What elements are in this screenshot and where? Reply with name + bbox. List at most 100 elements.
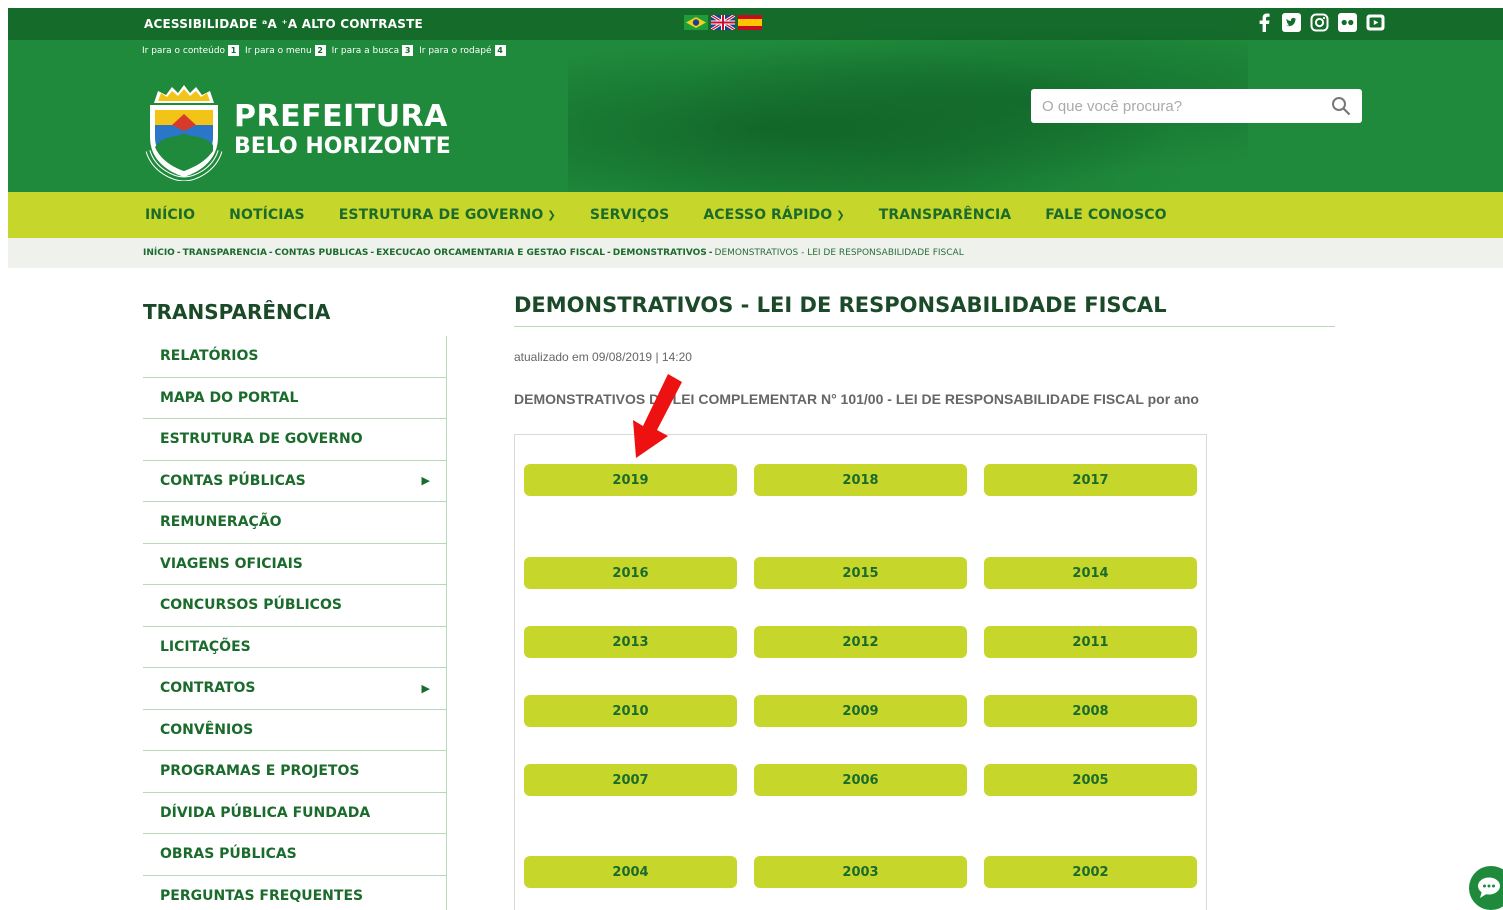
- skip-link-search[interactable]: Ir para a busca 3: [332, 45, 414, 56]
- skip-link-key: 4: [494, 45, 506, 56]
- nav-item-transparencia[interactable]: TRANSPARÊNCIA: [879, 207, 1011, 223]
- year-button-2013[interactable]: 2013: [524, 626, 737, 658]
- breadcrumb-link-execucao-orcamentaria[interactable]: EXECUCAO ORCAMENTARIA E GESTAO FISCAL: [376, 248, 605, 258]
- nav-item-acesso-rapido[interactable]: ACESSO RÁPIDO ❯: [703, 207, 844, 223]
- sidebar-item-remuneracao[interactable]: REMUNERAÇÃO: [143, 502, 446, 544]
- brand-city: BELO HORIZONTE: [234, 134, 451, 159]
- skip-link-content[interactable]: Ir para o conteúdo 1: [142, 45, 240, 56]
- nav-item-label: ESTRUTURA DE GOVERNO: [338, 207, 544, 223]
- search-box: [1031, 89, 1362, 123]
- sidebar-item-label: OBRAS PÚBLICAS: [160, 846, 297, 863]
- chat-bubble-icon: [1478, 877, 1500, 898]
- nav-item-label: NOTÍCIAS: [229, 207, 305, 223]
- sidebar-item-perguntas-frequentes[interactable]: PERGUNTAS FREQUENTES: [143, 876, 446, 910]
- skip-link-footer[interactable]: Ir para o rodapé 4: [419, 45, 506, 56]
- social-links: [1254, 13, 1385, 32]
- sidebar-item-estrutura-de-governo[interactable]: ESTRUTURA DE GOVERNO: [143, 419, 446, 461]
- year-button-2012[interactable]: 2012: [754, 626, 967, 658]
- year-button-2004[interactable]: 2004: [524, 856, 737, 888]
- year-button-2008[interactable]: 2008: [984, 695, 1197, 727]
- sidebar-item-label: DÍVIDA PÚBLICA FUNDADA: [160, 804, 371, 821]
- nav-item-fale-conosco[interactable]: FALE CONOSCO: [1045, 207, 1166, 223]
- caret-right-icon: ▶: [421, 681, 430, 695]
- nav-item-label: INÍCIO: [145, 207, 196, 223]
- year-button-2003[interactable]: 2003: [754, 856, 967, 888]
- sidebar-item-label: ESTRUTURA DE GOVERNO: [160, 431, 363, 448]
- sidebar-item-label: PERGUNTAS FREQUENTES: [160, 887, 364, 904]
- year-button-2002[interactable]: 2002: [984, 856, 1197, 888]
- breadcrumb-link-inicio[interactable]: INÍCIO: [143, 248, 175, 258]
- breadcrumb-link-demonstrativos[interactable]: DEMONSTRATIVOS: [613, 248, 707, 258]
- sidebar-item-concursos-publicos[interactable]: CONCURSOS PÚBLICOS: [143, 585, 446, 627]
- brand-name: PREFEITURA: [234, 99, 448, 134]
- sidebar-item-label: VIAGENS OFICIAIS: [160, 555, 303, 572]
- year-button-2019[interactable]: 2019: [524, 464, 737, 496]
- title-divider: [514, 326, 1335, 327]
- language-flags: [684, 15, 762, 30]
- sidebar-item-mapa-do-portal[interactable]: MAPA DO PORTAL: [143, 378, 446, 419]
- sidebar-item-relatorios[interactable]: RELATÓRIOS: [143, 336, 446, 378]
- search-input[interactable]: [1031, 89, 1311, 123]
- sidebar-item-label: LICITAÇÕES: [160, 638, 251, 655]
- skip-link-label: Ir para o rodapé: [419, 45, 492, 56]
- spain-flag-icon[interactable]: [738, 15, 762, 30]
- nav-item-estrutura-de-governo[interactable]: ESTRUTURA DE GOVERNO ❯: [339, 207, 556, 223]
- nav-item-label: ACESSO RÁPIDO: [703, 207, 833, 223]
- breadcrumb: INÍCIO - TRANSPARENCIA - CONTAS PUBLICAS…: [8, 238, 1503, 268]
- sidebar-item-viagens-oficiais[interactable]: VIAGENS OFICIAIS: [143, 544, 446, 585]
- updated-timestamp: atualizado em 09/08/2019 | 14:20: [514, 350, 692, 364]
- chevron-down-icon: ❯: [547, 209, 556, 221]
- year-button-2010[interactable]: 2010: [524, 695, 737, 727]
- skip-link-label: Ir para o menu: [245, 45, 312, 56]
- brazil-flag-icon[interactable]: [684, 15, 708, 30]
- sidebar-item-label: CONTAS PÚBLICAS: [160, 472, 306, 489]
- instagram-icon[interactable]: [1310, 13, 1329, 32]
- uk-flag-icon[interactable]: [711, 15, 735, 30]
- city-coat-of-arms-logo[interactable]: [144, 81, 224, 181]
- skip-links: Ir para o conteúdo 1 Ir para o menu 2 Ir p…: [142, 45, 506, 56]
- year-button-2017[interactable]: 2017: [984, 464, 1197, 496]
- accessibility-bar[interactable]: ACESSIBILIDADE ᵃA ⁺A ALTO CONTRASTE: [144, 17, 423, 31]
- skip-link-key: 1: [228, 45, 240, 56]
- caret-right-icon: ▶: [421, 474, 430, 488]
- sidebar-title: TRANSPARÊNCIA: [143, 300, 331, 324]
- year-button-2005[interactable]: 2005: [984, 764, 1197, 796]
- skip-link-label: Ir para o conteúdo: [142, 45, 226, 56]
- sidebar-item-licitacoes[interactable]: LICITAÇÕES: [143, 627, 446, 668]
- skip-link-menu[interactable]: Ir para o menu 2: [245, 45, 326, 56]
- nav-item-label: SERVIÇOS: [589, 207, 670, 223]
- sidebar-item-contas-publicas[interactable]: CONTAS PÚBLICAS ▶: [143, 461, 446, 502]
- breadcrumb-separator: -: [176, 248, 181, 258]
- chat-button[interactable]: [1469, 866, 1503, 910]
- year-button-2014[interactable]: 2014: [984, 557, 1197, 589]
- nav-item-inicio[interactable]: INÍCIO: [145, 207, 195, 223]
- facebook-icon[interactable]: [1254, 13, 1273, 32]
- nav-item-label: TRANSPARÊNCIA: [878, 207, 1012, 223]
- sidebar-item-programas-e-projetos[interactable]: PROGRAMAS E PROJETOS: [143, 751, 446, 793]
- nav-item-noticias[interactable]: NOTÍCIAS: [229, 207, 305, 223]
- nav-item-servicos[interactable]: SERVIÇOS: [590, 207, 670, 223]
- sidebar-item-label: RELATÓRIOS: [160, 348, 259, 365]
- year-button-2009[interactable]: 2009: [754, 695, 967, 727]
- year-button-2007[interactable]: 2007: [524, 764, 737, 796]
- year-button-2015[interactable]: 2015: [754, 557, 967, 589]
- twitter-icon[interactable]: [1282, 13, 1301, 32]
- year-button-2016[interactable]: 2016: [524, 557, 737, 589]
- main-navigation: INÍCIO NOTÍCIAS ESTRUTURA DE GOVERNO ❯ SE…: [8, 192, 1503, 238]
- year-button-2006[interactable]: 2006: [754, 764, 967, 796]
- sidebar-item-convenios[interactable]: CONVÊNIOS: [143, 710, 446, 751]
- site-header: ACESSIBILIDADE ᵃA ⁺A ALTO CONTRASTE Ir p…: [8, 8, 1503, 192]
- breadcrumb-link-transparencia[interactable]: TRANSPARENCIA: [183, 248, 267, 258]
- youtube-icon[interactable]: [1366, 13, 1385, 32]
- sidebar-item-label: MAPA DO PORTAL: [160, 389, 299, 406]
- sidebar-item-contratos[interactable]: CONTRATOS ▶: [143, 668, 446, 710]
- sidebar-item-obras-publicas[interactable]: OBRAS PÚBLICAS: [143, 834, 446, 876]
- breadcrumb-separator: -: [268, 248, 273, 258]
- breadcrumb-link-contas-publicas[interactable]: CONTAS PUBLICAS: [275, 248, 369, 258]
- year-button-2018[interactable]: 2018: [754, 464, 967, 496]
- year-button-2011[interactable]: 2011: [984, 626, 1197, 658]
- flickr-icon[interactable]: [1338, 13, 1357, 32]
- search-icon[interactable]: [1331, 96, 1351, 116]
- sidebar-menu: RELATÓRIOS MAPA DO PORTAL ESTRUTURA DE G…: [143, 336, 447, 910]
- sidebar-item-divida-publica-fundada[interactable]: DÍVIDA PÚBLICA FUNDADA: [143, 793, 446, 834]
